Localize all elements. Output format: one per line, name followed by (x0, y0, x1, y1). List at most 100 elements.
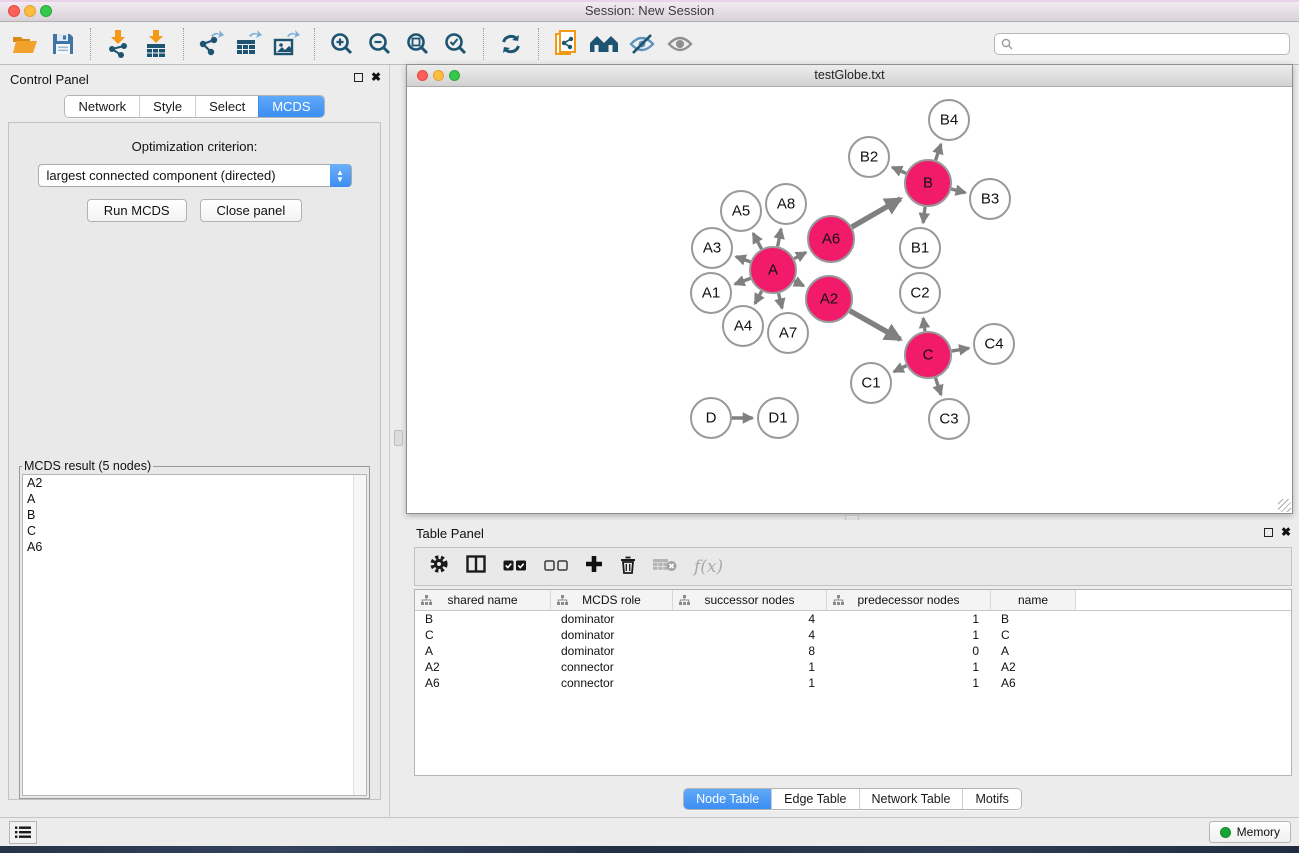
table-cell[interactable]: 8 (673, 643, 827, 659)
graph-node-A6[interactable]: A6 (808, 216, 854, 262)
close-panel-button[interactable]: Close panel (200, 199, 303, 222)
graph-node-B3[interactable]: B3 (970, 179, 1010, 219)
table-cell[interactable]: 4 (673, 627, 827, 643)
export-image-icon[interactable] (270, 27, 304, 61)
table-cell[interactable]: connector (551, 659, 673, 675)
table-cell[interactable]: A6 (991, 675, 1076, 691)
close-window-button[interactable] (8, 5, 20, 17)
zoom-window-button[interactable] (40, 5, 52, 17)
table-row[interactable]: A2connector11A2 (415, 659, 1291, 675)
save-session-icon[interactable] (46, 27, 80, 61)
graph-edge-A2-C[interactable] (850, 311, 901, 340)
graph-edge-C-C3[interactable] (935, 378, 941, 395)
graph-node-A5[interactable]: A5 (721, 191, 761, 231)
graph-node-C2[interactable]: C2 (900, 273, 940, 313)
delete-column-icon[interactable] (620, 555, 636, 579)
graph-edge-A-A5[interactable] (753, 233, 761, 249)
tab-style[interactable]: Style (139, 96, 195, 117)
network-from-selection-icon[interactable] (549, 27, 583, 61)
graph-node-C3[interactable]: C3 (929, 399, 969, 439)
criterion-dropdown[interactable]: largest connected component (directed) ▲… (38, 164, 352, 187)
graph-node-A1[interactable]: A1 (691, 273, 731, 313)
table-cell[interactable]: A (991, 643, 1076, 659)
zoom-in-icon[interactable] (325, 27, 359, 61)
graph-edge-A-A6[interactable] (794, 252, 806, 258)
import-table-icon[interactable] (139, 27, 173, 61)
table-cell[interactable]: 1 (673, 675, 827, 691)
result-scrollbar[interactable] (353, 475, 366, 795)
graph-node-A3[interactable]: A3 (692, 228, 732, 268)
graph-node-A7[interactable]: A7 (768, 313, 808, 353)
table-cell[interactable]: 4 (673, 611, 827, 627)
graph-node-C1[interactable]: C1 (851, 363, 891, 403)
export-table-icon[interactable] (232, 27, 266, 61)
graph-node-D1[interactable]: D1 (758, 398, 798, 438)
table-cell[interactable]: 1 (827, 611, 991, 627)
float-table-panel-icon[interactable] (1264, 528, 1273, 537)
graph-node-B4[interactable]: B4 (929, 100, 969, 140)
minimize-window-button[interactable] (24, 5, 36, 17)
graph-edge-B-B3[interactable] (951, 189, 965, 193)
column-header-shared-name[interactable]: shared name (415, 590, 551, 610)
graph-edge-B-B2[interactable] (892, 167, 906, 173)
table-cell[interactable]: A (415, 643, 551, 659)
add-column-icon[interactable] (585, 555, 603, 578)
import-network-icon[interactable] (101, 27, 135, 61)
table-tab-node-table[interactable]: Node Table (684, 789, 771, 809)
tab-select[interactable]: Select (195, 96, 258, 117)
table-cell[interactable]: dominator (551, 643, 673, 659)
graph-edge-C-C2[interactable] (923, 318, 925, 331)
graph-edge-A-A3[interactable] (736, 257, 750, 262)
graph-edge-A-A8[interactable] (778, 229, 781, 246)
table-tab-motifs[interactable]: Motifs (962, 789, 1020, 809)
zoom-selected-icon[interactable] (439, 27, 473, 61)
table-cell[interactable]: dominator (551, 627, 673, 643)
graph-edge-A-A1[interactable] (735, 278, 751, 284)
table-cell[interactable]: 1 (827, 659, 991, 675)
open-session-icon[interactable] (8, 27, 42, 61)
export-network-icon[interactable] (194, 27, 228, 61)
table-cell[interactable]: A6 (415, 675, 551, 691)
table-cell[interactable]: connector (551, 675, 673, 691)
graph-edge-A6-B[interactable] (852, 199, 901, 227)
tab-network[interactable]: Network (65, 96, 139, 117)
graph-node-A2[interactable]: A2 (806, 276, 852, 322)
table-tab-edge-table[interactable]: Edge Table (771, 789, 858, 809)
table-cell[interactable]: C (991, 627, 1076, 643)
graph-node-C[interactable]: C (905, 332, 951, 378)
first-neighbors-icon[interactable] (587, 27, 621, 61)
column-header-name[interactable]: name (991, 590, 1076, 610)
graph-node-C4[interactable]: C4 (974, 324, 1014, 364)
table-cell[interactable]: B (415, 611, 551, 627)
graph-node-B2[interactable]: B2 (849, 137, 889, 177)
table-cell[interactable]: 1 (827, 627, 991, 643)
graph-node-A8[interactable]: A8 (766, 184, 806, 224)
column-header-successor-nodes[interactable]: successor nodes (673, 590, 827, 610)
select-all-checked-icon[interactable] (503, 558, 527, 576)
table-cell[interactable]: B (991, 611, 1076, 627)
search-input[interactable] (1017, 37, 1283, 51)
table-cell[interactable]: A2 (415, 659, 551, 675)
table-cell[interactable]: C (415, 627, 551, 643)
show-all-icon[interactable] (663, 27, 697, 61)
graph-edge-C-C4[interactable] (952, 348, 969, 351)
graph-node-B1[interactable]: B1 (900, 228, 940, 268)
graph-edge-B-B1[interactable] (923, 207, 925, 223)
graph-node-D[interactable]: D (691, 398, 731, 438)
graph-edge-B-B4[interactable] (936, 144, 941, 160)
memory-button[interactable]: Memory (1209, 821, 1291, 843)
table-cell[interactable]: 1 (827, 675, 991, 691)
table-row[interactable]: Bdominator41B (415, 611, 1291, 627)
table-cell[interactable]: 0 (827, 643, 991, 659)
vertical-split-handle[interactable] (394, 430, 403, 446)
table-cell[interactable]: 1 (673, 659, 827, 675)
graph-node-A4[interactable]: A4 (723, 306, 763, 346)
column-header-mcds-role[interactable]: MCDS role (551, 590, 673, 610)
network-minimize-button[interactable] (433, 70, 444, 81)
graph-node-B[interactable]: B (905, 160, 951, 206)
float-panel-icon[interactable] (354, 73, 363, 82)
table-cell[interactable]: A2 (991, 659, 1076, 675)
graph-node-A[interactable]: A (750, 247, 796, 293)
table-tab-network-table[interactable]: Network Table (859, 789, 963, 809)
column-layout-icon[interactable] (466, 555, 486, 578)
